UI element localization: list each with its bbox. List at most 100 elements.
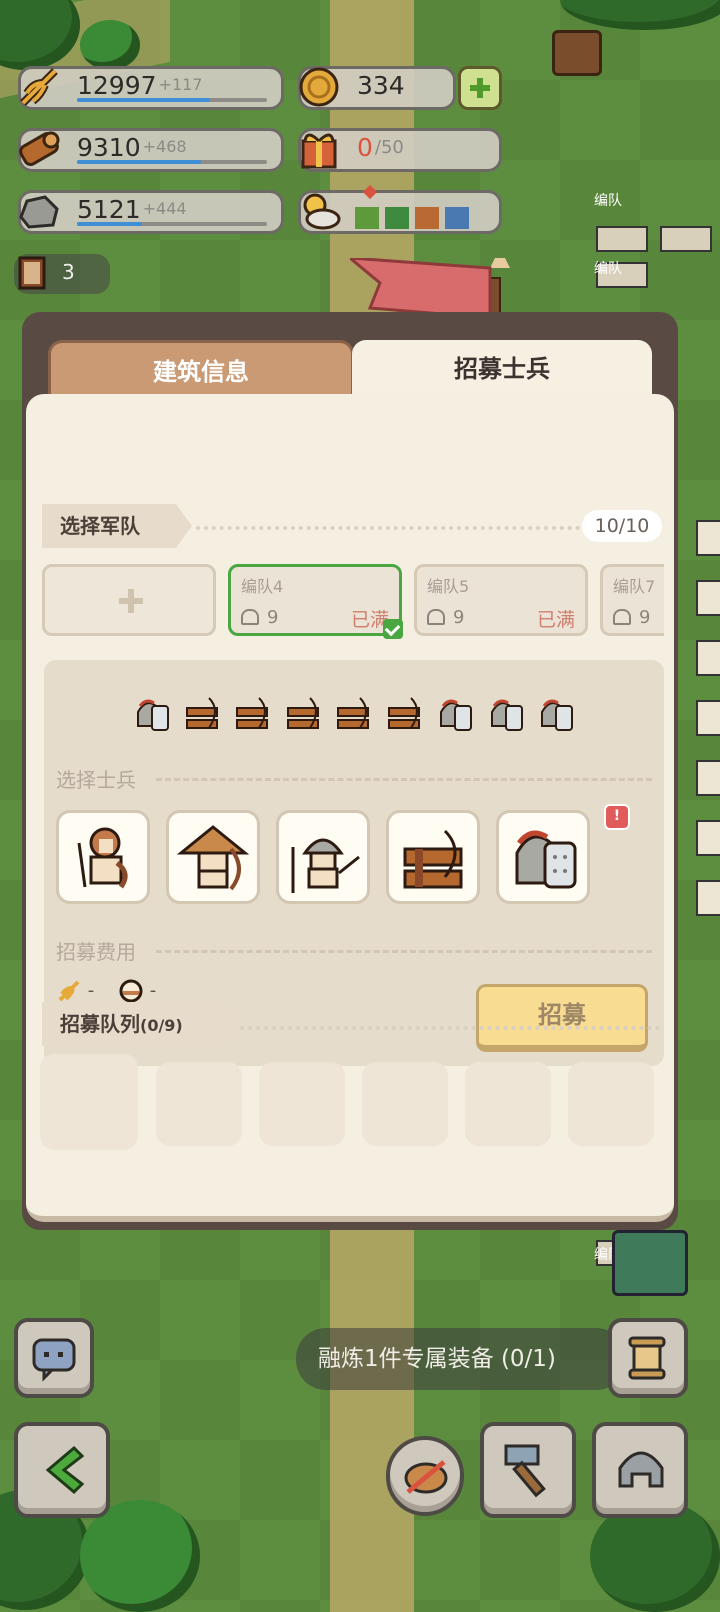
gold-coin-icon: [299, 67, 339, 107]
gold-resource[interactable]: 334: [298, 66, 456, 110]
cost-gold-value: -: [149, 980, 157, 1001]
scroll-icon: [628, 1336, 666, 1380]
unit-label: 编队: [594, 261, 622, 277]
unit-marker[interactable]: [696, 760, 720, 796]
recruit-queue-heading: 招募队列(0/9): [42, 1002, 236, 1046]
squad-name: 编队7: [613, 577, 656, 596]
barracks-panel: 建筑信息 招募士兵 选择军队 10/10 编队4 9 已满 编队5 9 已满 编…: [22, 312, 678, 1230]
divider: [156, 950, 652, 953]
season-color: [415, 207, 439, 229]
add-gold-button[interactable]: [458, 66, 502, 110]
squad-count: 9: [453, 607, 465, 628]
gold-value: 334: [357, 71, 405, 100]
crossbow-mini-icon: [286, 697, 319, 729]
gift-resource[interactable]: 0/50: [298, 128, 502, 172]
tree: [560, 0, 720, 30]
unit-marker[interactable]: [696, 700, 720, 736]
books-value: 3: [62, 260, 75, 284]
soldier-type-spearman[interactable]: [276, 810, 370, 904]
alert-icon: !: [604, 804, 630, 830]
helmet-icon: [427, 609, 445, 625]
crossbow-mini-icon: [185, 697, 218, 729]
season-color: [355, 207, 379, 229]
food-button[interactable]: [386, 1436, 464, 1516]
gift-icon: [301, 133, 337, 169]
stone-resource[interactable]: 5121 +444: [18, 190, 284, 234]
weather-widget[interactable]: [298, 184, 502, 234]
army-counter: 10/10: [582, 510, 662, 542]
helmet-icon: [241, 609, 259, 625]
food-disabled-icon: [404, 1460, 448, 1494]
crossbow-mini-icon: [387, 697, 420, 729]
back-button[interactable]: [14, 1422, 110, 1518]
back-arrow-icon: [45, 1445, 85, 1495]
building[interactable]: [612, 1230, 688, 1296]
build-button[interactable]: [480, 1422, 576, 1518]
queue-slot[interactable]: [40, 1054, 138, 1150]
queue-slot[interactable]: [259, 1062, 345, 1146]
quest-tracker[interactable]: 融炼1件专属装备 (0/1): [296, 1328, 626, 1390]
check-icon: [383, 619, 403, 639]
divider: [240, 1026, 660, 1030]
recruit-button[interactable]: 招募: [476, 984, 648, 1052]
cost-gold: -: [118, 978, 156, 1004]
unit-marker[interactable]: [696, 520, 720, 556]
cost-food: -: [56, 978, 94, 1004]
squad-card-7[interactable]: 编队7 9: [600, 564, 664, 636]
squad-count: 9: [267, 607, 279, 628]
squad-card-4[interactable]: 编队4 9 已满: [228, 564, 403, 639]
army-button[interactable]: [592, 1422, 688, 1518]
unit-marker[interactable]: [660, 226, 712, 252]
book-icon: [18, 256, 46, 290]
food-value: 12997 +117: [77, 71, 203, 100]
log-icon: [19, 131, 60, 166]
gift-value: 0/50: [357, 133, 404, 162]
helmet-icon: [613, 609, 631, 625]
recruit-cost-label: 招募费用: [56, 940, 136, 964]
unit-marker[interactable]: [696, 580, 720, 616]
shield-soldier-mini-icon: [440, 699, 472, 731]
queue-slot[interactable]: [156, 1062, 242, 1146]
shield-soldier-mini-icon: [541, 699, 573, 731]
squad-status: 已满: [536, 609, 575, 631]
chat-button[interactable]: [14, 1318, 94, 1398]
unit-marker[interactable]: [696, 820, 720, 856]
season-color: [445, 207, 469, 229]
weather-icon: [303, 193, 341, 230]
soldier-type-swordsman[interactable]: [56, 810, 150, 904]
stone-value: 5121 +444: [77, 195, 187, 224]
archer-icon: [176, 825, 250, 891]
squad-card-5[interactable]: 编队5 9 已满: [414, 564, 588, 636]
unit-marker[interactable]: [696, 640, 720, 676]
helmet-icon: [618, 1451, 664, 1488]
crossbow-mini-icon: [337, 697, 369, 729]
cost-food-value: -: [87, 980, 95, 1001]
quest-scroll-button[interactable]: [608, 1318, 688, 1398]
soldier-type-shield[interactable]: [496, 810, 590, 904]
food-resource[interactable]: 12997 +117: [18, 66, 284, 110]
queue-title: 招募队列: [60, 1012, 140, 1036]
unit-marker[interactable]: [596, 226, 648, 252]
wood-resource[interactable]: 9310 +468: [18, 128, 284, 172]
squad-name: 编队5: [427, 577, 470, 596]
crossbow-mini-icon: [236, 697, 268, 729]
soldier-type-crossbow[interactable]: [386, 810, 480, 904]
wood-value: 9310 +468: [77, 133, 187, 162]
divider: [156, 778, 652, 781]
add-squad-button[interactable]: [42, 564, 216, 636]
books-resource[interactable]: 3: [14, 254, 110, 294]
stone-progress: [77, 222, 267, 226]
food-progress: [77, 98, 267, 102]
wheat-icon: [58, 980, 80, 1002]
queue-slot[interactable]: [465, 1062, 551, 1146]
queue-slot[interactable]: [362, 1062, 448, 1146]
unit-marker[interactable]: [696, 880, 720, 916]
recruit-content: 选择军队 10/10 编队4 9 已满 编队5 9 已满 编队7 9 选择士兵 …: [26, 394, 674, 1222]
queue-slot[interactable]: [568, 1062, 654, 1146]
shield-soldier-mini-icon: [490, 699, 523, 731]
swordsman-icon: [77, 827, 128, 889]
shield-soldier-icon: [515, 830, 577, 889]
queue-count: (0/9): [140, 1016, 183, 1035]
soldier-type-archer[interactable]: [166, 810, 260, 904]
select-army-heading: 选择军队: [42, 504, 192, 548]
